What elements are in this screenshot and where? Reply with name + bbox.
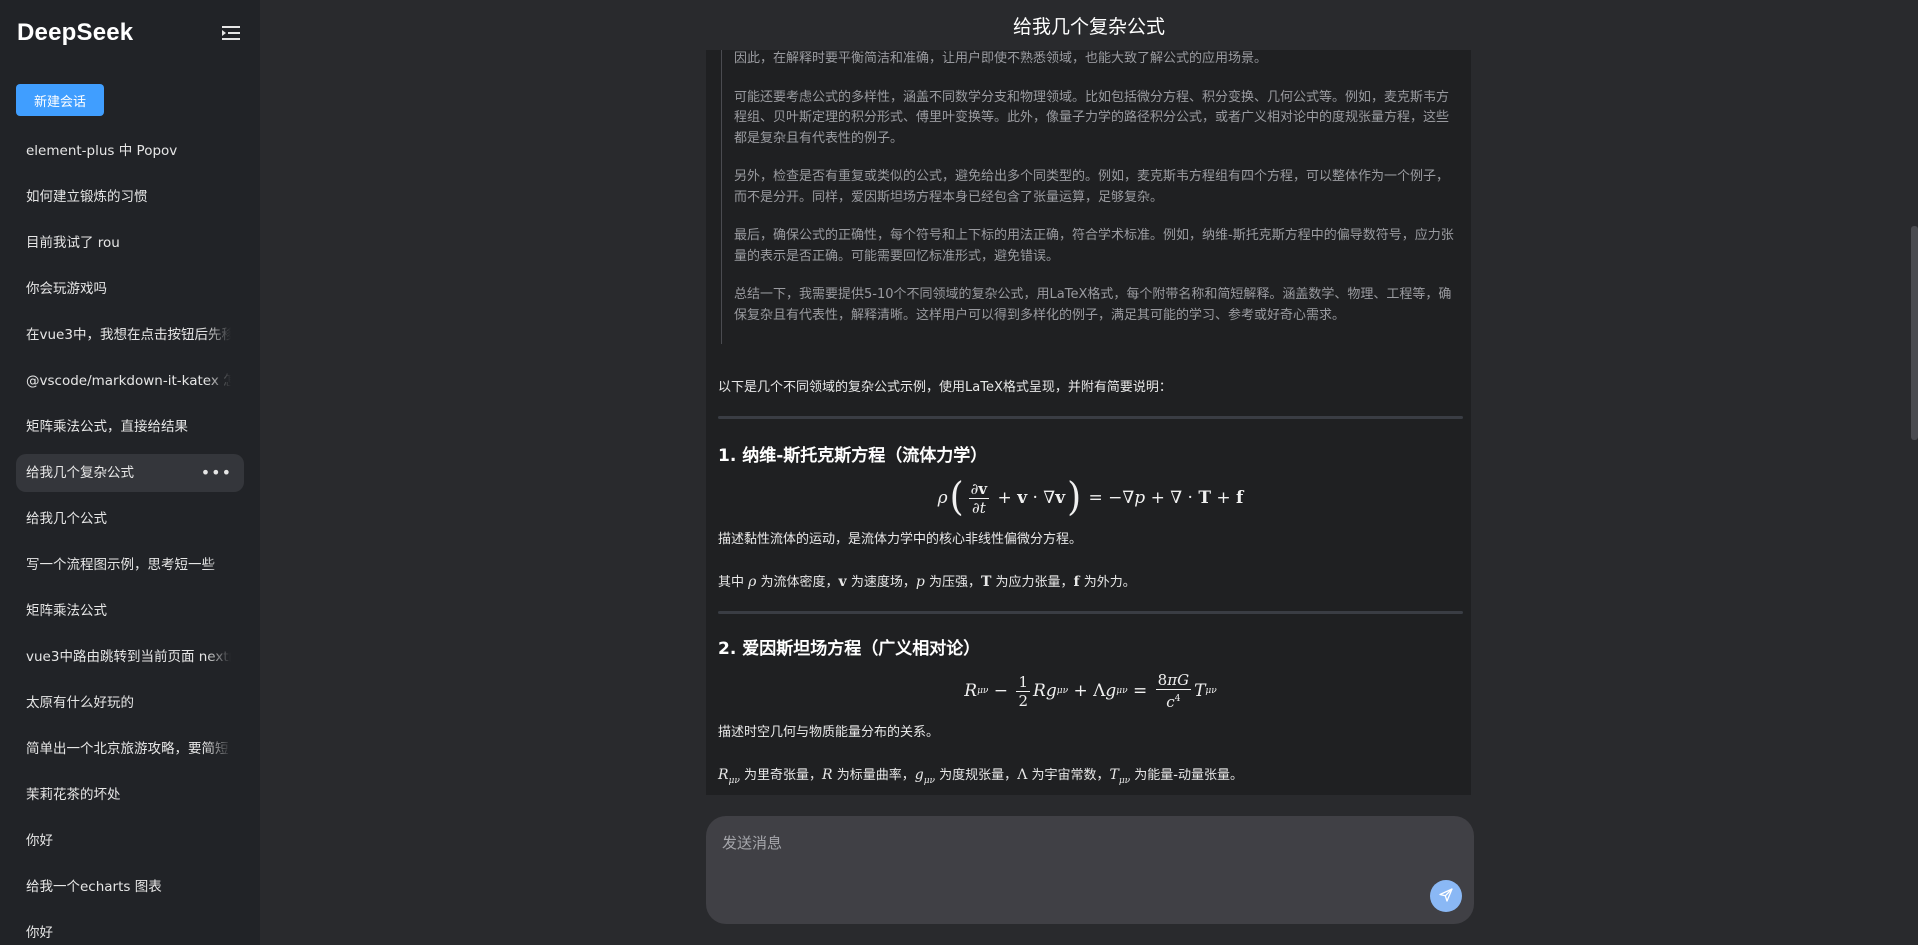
variable-explanation: Rμν 为里奇张量，R 为标量曲率，gμν 为度规张量，Λ 为宇宙常数，Tμν … [718, 767, 1243, 786]
thinking-paragraph: 因此，在解释时要平衡简洁和准确，让用户即使不熟悉领域，也能大致了解公式的应用场景… [734, 51, 1268, 66]
main-area: 给我几个复杂公式 因此，在解释时要平衡简洁和准确，让用户即使不熟悉领域，也能大致… [260, 0, 1918, 945]
answer-intro: 以下是几个不同领域的复杂公式示例，使用LaTeX格式呈现，并附有简要说明： [718, 380, 1172, 395]
history-item-label: 在vue3中，我想在点击按钮后先移 [26, 327, 231, 343]
history-item[interactable]: 如何建立锻炼的习惯 [16, 178, 244, 216]
menu-fold-icon[interactable] [222, 25, 240, 41]
history-item-label: 如何建立锻炼的习惯 [26, 189, 148, 205]
history-item-label: 目前我试了 rou [26, 235, 120, 251]
history-item[interactable]: 给我几个公式 [16, 500, 244, 538]
page-scrollbar[interactable] [1911, 226, 1918, 440]
history-item[interactable]: 写一个流程图示例，思考短一些 [16, 546, 244, 584]
chat-title: 给我几个复杂公式 [1012, 16, 1165, 38]
brand-logo: DeepSeek [17, 19, 134, 46]
history-item-label: 给我一个echarts 图表 [26, 879, 162, 895]
history-item-label: 茉莉花茶的坏处 [26, 787, 121, 803]
history-item[interactable]: 目前我试了 rou [16, 224, 244, 262]
history-item-label: element-plus 中 Popov [26, 143, 178, 159]
history-item[interactable]: 茉莉花茶的坏处 [16, 776, 244, 814]
history-item[interactable]: 太原有什么好玩的 [16, 684, 244, 722]
history-item-label: 给我几个公式 [26, 511, 107, 527]
history-item-label: vue3中路由跳转到当前页面 next函 [26, 649, 231, 665]
history-item-active[interactable]: 给我几个复杂公式 ••• [16, 454, 244, 492]
section-description: 描述黏性流体的运动，是流体力学中的核心非线性偏微分方程。 [718, 532, 1083, 547]
einstein-field-formula: Rμν − 1 2 Rg μν + Λg μν = 8πG c4 Tμν [964, 671, 1217, 711]
send-button[interactable] [1430, 880, 1462, 912]
history-item-label: 你会玩游戏吗 [26, 281, 107, 297]
history-item[interactable]: 给我一个echarts 图表 [16, 868, 244, 906]
variable-explanation: 其中 ρ 为流体密度，v 为速度场，p 为压强，T 为应力张量，f 为外力。 [718, 574, 1136, 590]
history-item-label: @vscode/markdown-it-katex 怎么 [26, 373, 231, 389]
history-item[interactable]: 你好 [16, 822, 244, 860]
paper-plane-icon [1439, 887, 1453, 905]
new-chat-button[interactable]: 新建会话 [16, 84, 104, 116]
history-item[interactable]: 你好 [16, 914, 244, 945]
history-item[interactable]: vue3中路由跳转到当前页面 next函 [16, 638, 244, 676]
section-heading: 1. 纳维-斯托克斯方程（流体力学） [718, 446, 988, 466]
message-composer [706, 816, 1474, 924]
history-item[interactable]: 简单出一个北京旅游攻略，要简短 [16, 730, 244, 768]
navier-stokes-formula: ρ(∂v ∂t + v · ∇ v) = −∇ p + ∇ · T + f [937, 474, 1244, 520]
divider [718, 416, 1463, 419]
divider [718, 611, 1463, 614]
section-heading: 2. 爱因斯坦场方程（广义相对论） [718, 639, 981, 659]
answer-block: 以下是几个不同领域的复杂公式示例，使用LaTeX格式呈现，并附有简要说明： 1.… [718, 378, 1463, 795]
more-options-icon[interactable]: ••• [201, 454, 232, 492]
history-item-label: 矩阵乘法公式，直接给结果 [26, 419, 188, 435]
history-item-label: 你好 [26, 925, 53, 941]
history-item[interactable]: element-plus 中 Popov [16, 132, 244, 170]
history-item[interactable]: 矩阵乘法公式，直接给结果 [16, 408, 244, 446]
section-description: 描述时空几何与物质能量分布的关系。 [718, 725, 940, 740]
sidebar: DeepSeek 新建会话 element-plus 中 Popov 如何建立锻… [0, 0, 260, 945]
history-item[interactable]: 矩阵乘法公式 [16, 592, 244, 630]
thinking-paragraph: 另外，检查是否有重复或类似的公式，避免给出多个同类型的。例如，麦克斯韦方程组有四… [734, 169, 1450, 205]
history-item[interactable]: 在vue3中，我想在点击按钮后先移 [16, 316, 244, 354]
message-area[interactable]: 因此，在解释时要平衡简洁和准确，让用户即使不熟悉领域，也能大致了解公式的应用场景… [706, 50, 1471, 795]
history-item-label: 太原有什么好玩的 [26, 695, 134, 711]
history-item-label: 你好 [26, 833, 53, 849]
message-input[interactable] [720, 830, 1444, 894]
thinking-block: 因此，在解释时要平衡简洁和准确，让用户即使不熟悉领域，也能大致了解公式的应用场景… [721, 50, 1456, 344]
thinking-paragraph: 可能还要考虑公式的多样性，涵盖不同数学分支和物理领域。比如包括微分方程、积分变换… [734, 89, 1450, 146]
thinking-paragraph: 最后，确保公式的正确性，每个符号和上下标的用法正确，符合学术标准。例如，纳维-斯… [734, 228, 1454, 264]
history-item-label: 矩阵乘法公式 [26, 603, 107, 619]
history-item[interactable]: @vscode/markdown-it-katex 怎么 [16, 362, 244, 400]
history-item-label: 写一个流程图示例，思考短一些 [26, 557, 215, 573]
chat-history-list: element-plus 中 Popov 如何建立锻炼的习惯 目前我试了 rou… [16, 132, 244, 945]
history-item[interactable]: 你会玩游戏吗 [16, 270, 244, 308]
history-item-label: 简单出一个北京旅游攻略，要简短 [26, 741, 229, 757]
thinking-paragraph: 总结一下，我需要提供5-10个不同领域的复杂公式，用LaTeX格式，每个附带名称… [734, 287, 1452, 323]
